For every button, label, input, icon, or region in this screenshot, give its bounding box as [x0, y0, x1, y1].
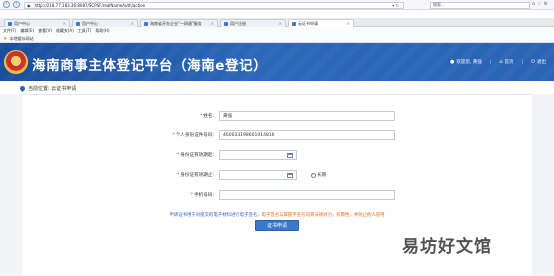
id-end-label: *身份证有效期止: [176, 173, 214, 178]
close-icon[interactable]: × [63, 21, 66, 26]
url-text: http://218.77.183.36:8087/SCPSF/realName… [34, 2, 146, 8]
notice-text-orange: 电子签名与掌握手签名同等法律效力，有需性，并防止他人冒用 [261, 213, 385, 218]
menu-file[interactable]: 文件(F) [3, 28, 16, 34]
page-icon: ◉ [27, 2, 31, 8]
home-link[interactable]: 首页 [505, 59, 514, 65]
menu-tools[interactable]: 工具(T) [78, 28, 92, 34]
back-arrow-icon[interactable]: ‹ [3, 1, 10, 8]
menu-edit[interactable]: 编辑(E) [20, 28, 34, 34]
form-row-id-start: *身份证有效期起: [22, 150, 532, 160]
tab-user-center-2[interactable]: 用户中心 × [72, 19, 138, 27]
tab-label: 云证书申请 [298, 20, 318, 26]
tab-user-register[interactable]: 用户注册 × [220, 19, 286, 27]
tab-label: 用户注册 [230, 20, 246, 26]
browser-toolbar: ‹ › ◉ http://218.77.183.36:8087/SCPSF/re… [0, 0, 554, 10]
tab-favicon-icon [224, 21, 228, 26]
tab-label: 用户中心 [14, 20, 30, 26]
forward-arrow-icon[interactable]: › [13, 1, 20, 8]
home-icon: ⌂ [499, 59, 503, 65]
address-bar[interactable]: ◉ http://218.77.183.36:8087/SCPSF/realNa… [24, 1, 404, 9]
logout-link[interactable]: 退出 [537, 59, 546, 65]
form-row-phone: *手机号码: [22, 190, 532, 200]
long-term-option[interactable]: 长期 [311, 172, 326, 178]
page-gutter-left [0, 94, 22, 276]
divider: | [521, 59, 524, 65]
divider: | [489, 59, 492, 65]
breadcrumb-text: 当前位置: 云证书申请 [28, 86, 77, 92]
form-row-id-end: *身份证有效期止: 长期 [22, 170, 532, 180]
phone-label: *手机号码: [190, 193, 214, 198]
search-input[interactable]: 搜索... [430, 1, 530, 9]
id-number-field[interactable]: 460033198601014816 [219, 130, 395, 140]
watermark: 易坊好文馆 [402, 237, 492, 257]
tab-favicon-icon [8, 21, 12, 26]
tab-hainan-service[interactable]: 海南省开办企业"一网通"服务 × [140, 19, 218, 27]
star-icon[interactable]: ★ [3, 36, 7, 42]
notice-text-blue: 申请证书用于对提交的电子材料进行电子签名， [169, 213, 262, 218]
close-icon[interactable]: × [279, 21, 282, 26]
id-end-date-field[interactable] [219, 170, 297, 180]
long-term-label: 长期 [317, 173, 326, 178]
name-field[interactable]: 黄强 [219, 111, 395, 121]
refresh-icon[interactable]: ▾ ↻ [392, 3, 399, 8]
id-number-label: *个人身份证件号码: [172, 133, 214, 138]
close-icon[interactable]: × [131, 21, 134, 26]
favorites-bar: ★ 本地缓存网站 [0, 35, 554, 43]
id-start-label: *身份证有效期起: [176, 153, 214, 158]
breadcrumb: 当前位置: 云证书申请 [18, 84, 77, 93]
apply-cert-button[interactable]: 证书申请 [255, 220, 299, 231]
tab-cloud-cert[interactable]: 云证书申请 × [288, 19, 354, 27]
home-star-gear-icons[interactable]: ⌂☆⚙ [532, 1, 550, 7]
phone-field[interactable] [219, 190, 395, 200]
page-gutter-right [532, 94, 554, 276]
tab-favicon-icon [292, 21, 296, 26]
tab-user-center-1[interactable]: 用户中心 × [4, 19, 70, 27]
long-term-checkbox[interactable] [311, 172, 316, 178]
calendar-icon[interactable] [287, 153, 293, 158]
tab-favicon-icon [76, 21, 80, 26]
form-row-name: *姓名: 黄强 [22, 111, 532, 121]
favorite-local-cache[interactable]: 本地缓存网站 [9, 36, 33, 42]
menu-view[interactable]: 查看(V) [38, 28, 52, 34]
tab-label: 用户中心 [82, 20, 98, 26]
tab-favicon-icon [144, 21, 148, 26]
national-emblem-icon [4, 50, 28, 74]
logout-icon: ⏻ [531, 59, 535, 65]
site-title: 海南商事主体登记平台（海南e登记） [32, 58, 268, 74]
location-pin-icon [18, 84, 27, 93]
name-label: *姓名: [199, 114, 214, 119]
id-start-date-field[interactable] [219, 150, 297, 160]
close-icon[interactable]: × [211, 21, 214, 26]
menu-favorites[interactable]: 收藏夹(A) [56, 28, 74, 34]
site-header: 海南商事主体登记平台（海南e登记） ● 欢迎您, 黄强 | ⌂ 首页 | ⏻ 退… [0, 43, 554, 81]
form-row-id: *个人身份证件号码: 460033198601014816 [22, 130, 532, 140]
user-icon: ● [450, 59, 455, 65]
calendar-icon[interactable] [287, 173, 293, 178]
menu-bar: 文件(F) 编辑(E) 查看(V) 收藏夹(A) 工具(T) 帮助(H) [0, 27, 554, 35]
tab-label: 海南省开办企业"一网通"服务 [150, 20, 202, 26]
header-user-nav: ● 欢迎您, 黄强 | ⌂ 首页 | ⏻ 退出 [450, 59, 546, 65]
close-icon[interactable]: × [347, 21, 350, 26]
cert-notice: 申请证书用于对提交的电子材料进行电子签名，电子签名与掌握手签名同等法律效力，有需… [22, 212, 532, 218]
menu-help[interactable]: 帮助(H) [95, 28, 109, 34]
welcome-text: 欢迎您, 黄强 [456, 60, 482, 65]
tab-strip: 用户中心 × 用户中心 × 海南省开办企业"一网通"服务 × 用户注册 × 云证… [0, 18, 554, 27]
